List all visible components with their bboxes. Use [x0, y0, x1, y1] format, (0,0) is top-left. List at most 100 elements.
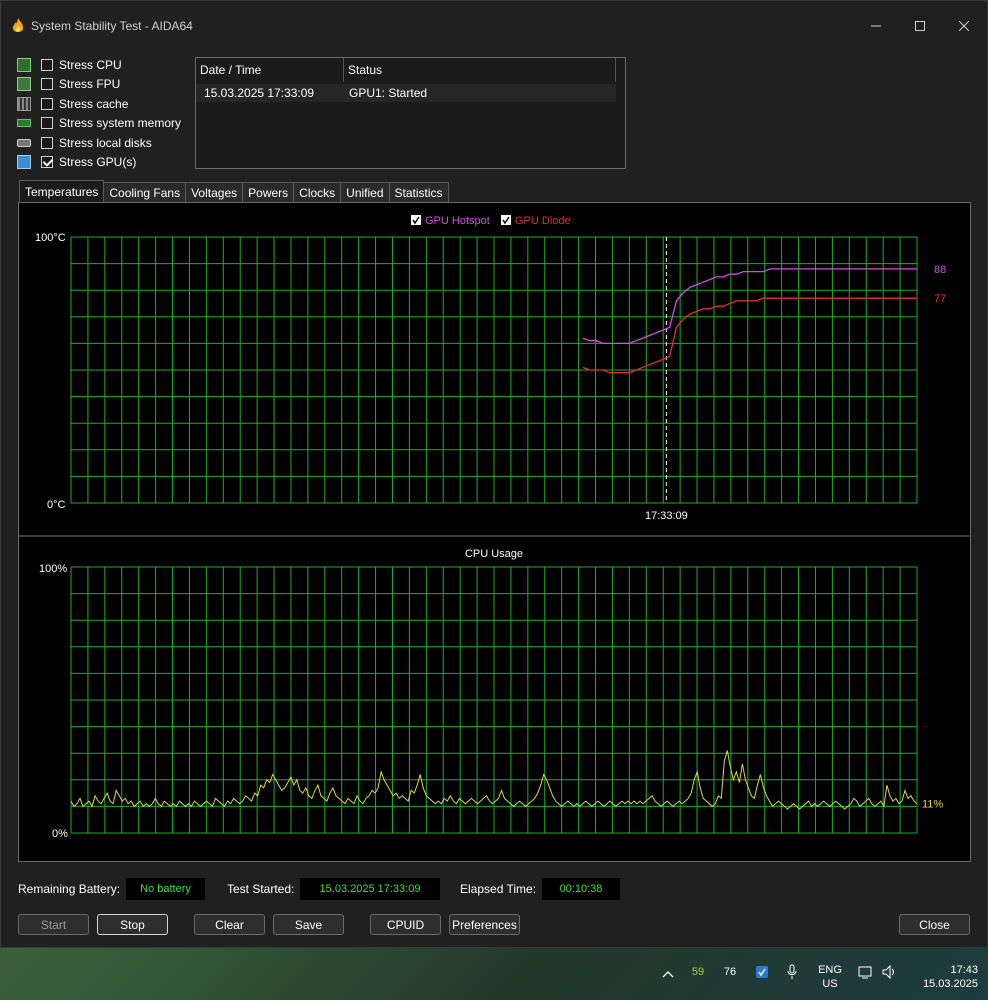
checkbox-stress-cache[interactable]: [41, 98, 53, 110]
clock-date: 15.03.2025: [922, 978, 978, 990]
tab-powers[interactable]: Powers: [242, 182, 295, 202]
checkbox-stress-memory[interactable]: [41, 117, 53, 129]
stress-option-disks[interactable]: Stress local disks: [17, 134, 197, 152]
maximize-icon: [915, 21, 925, 31]
series-line-gpu-hotspot: [582, 268, 917, 345]
minimize-button[interactable]: [853, 11, 899, 41]
legend-checkbox: [411, 215, 421, 225]
stress-option-cpu[interactable]: Stress CPU: [17, 56, 197, 74]
maximize-button[interactable]: [897, 11, 943, 41]
stress-fpu-label: Stress FPU: [59, 77, 121, 91]
stress-option-cache[interactable]: Stress cache: [17, 95, 197, 113]
minimize-icon: [871, 25, 881, 27]
language-indicator[interactable]: ENG US: [812, 962, 848, 992]
save-button[interactable]: Save: [273, 914, 344, 935]
table-row-status[interactable]: GPU1: Started: [344, 84, 616, 102]
tab-clocks[interactable]: Clocks: [293, 182, 342, 202]
chart-title: CPU Usage: [465, 548, 523, 560]
flame-app-icon: [12, 18, 24, 32]
clock-time: 17:43: [950, 964, 978, 976]
tab-label: Unified: [346, 185, 384, 200]
stress-option-gpu[interactable]: Stress GPU(s): [17, 153, 197, 171]
tab-temperatures[interactable]: Temperatures: [19, 180, 105, 202]
log-row-datetime: 15.03.2025 17:33:09: [204, 86, 315, 100]
stress-gpu-label: Stress GPU(s): [59, 155, 137, 169]
preferences-button[interactable]: Preferences: [449, 914, 520, 935]
log-row-status: GPU1: Started: [349, 86, 428, 100]
column-header-status[interactable]: Status: [344, 58, 616, 82]
series-end-value: 11%: [922, 799, 943, 811]
cpuid-button[interactable]: CPUID: [370, 914, 441, 935]
tab-unified[interactable]: Unified: [340, 182, 390, 202]
stress-memory-label: Stress system memory: [59, 116, 182, 130]
remaining-battery-label: Remaining Battery:: [18, 882, 121, 896]
close-icon: [959, 21, 969, 31]
datetime-header-label: Date / Time: [200, 63, 262, 77]
y-axis-max-label: 100°C: [35, 232, 66, 244]
language-code: ENG: [818, 964, 842, 976]
legend-label: GPU Diode: [515, 215, 571, 227]
window-title: System Stability Test - AIDA64: [31, 19, 193, 33]
close-button[interactable]: Close: [899, 914, 970, 935]
graph-area: GPU Hotspot GPU Diode 100°C 0°C 17:33:09 88 77…: [18, 202, 971, 862]
checkbox-stress-gpu[interactable]: [41, 156, 53, 168]
start-button[interactable]: Start: [18, 914, 89, 935]
y-axis-min-label: 0°C: [47, 499, 66, 511]
network-icon[interactable]: [856, 962, 876, 982]
show-hidden-icons-chevron-icon[interactable]: [660, 964, 676, 984]
stress-option-fpu[interactable]: Stress FPU: [17, 75, 197, 93]
clock[interactable]: 17:43 15.03.2025: [908, 962, 978, 992]
column-header-datetime[interactable]: Date / Time: [196, 58, 344, 82]
test-started-value: 15.03.2025 17:33:09: [300, 878, 440, 900]
fpu-chip-icon: [17, 77, 31, 91]
y-axis-min-label: 0%: [52, 828, 68, 840]
table-row[interactable]: 15.03.2025 17:33:09: [196, 84, 344, 102]
series-line-gpu-diode: [582, 297, 917, 374]
security-shield-icon[interactable]: [752, 962, 772, 982]
checkbox-stress-cpu[interactable]: [41, 59, 53, 71]
disk-drive-icon: [17, 139, 31, 147]
stress-cache-label: Stress cache: [59, 97, 129, 111]
monitor-icon: [17, 155, 31, 169]
cpu-chip-icon: [17, 58, 31, 72]
x-marker-label: 17:33:09: [645, 510, 688, 522]
stress-disks-label: Stress local disks: [59, 136, 152, 150]
remaining-battery-value: No battery: [126, 878, 205, 900]
stop-button[interactable]: Stop: [97, 914, 168, 935]
aida64-window: System Stability Test - AIDA64 Stress CP…: [0, 0, 988, 948]
tab-statistics[interactable]: Statistics: [388, 182, 449, 202]
cpu-usage-chart: CPU Usage 100% 0% 11%: [39, 548, 943, 840]
status-log-table[interactable]: Date / Time Status 15.03.2025 17:33:09 G…: [195, 57, 626, 169]
title-bar[interactable]: System Stability Test - AIDA64: [1, 1, 987, 49]
checkbox-stress-fpu[interactable]: [41, 78, 53, 90]
graph-tabs: Temperatures Cooling Fans Voltages Power…: [19, 180, 449, 203]
tab-label: Clocks: [299, 185, 336, 200]
stress-cpu-label: Stress CPU: [59, 58, 122, 72]
status-header-label: Status: [348, 63, 383, 77]
memory-module-icon: [17, 119, 31, 127]
series-end-value: 88: [934, 264, 946, 276]
close-window-button[interactable]: [941, 11, 987, 41]
checkbox-stress-disks[interactable]: [41, 137, 53, 149]
elapsed-time-value: 00:10:38: [542, 878, 620, 900]
tab-cooling-fans[interactable]: Cooling Fans: [103, 182, 187, 202]
tray-temp-1[interactable]: 59: [688, 962, 708, 982]
temperature-chart: GPU Hotspot GPU Diode 100°C 0°C 17:33:09 88 77: [35, 215, 946, 522]
clear-button[interactable]: Clear: [194, 914, 265, 935]
volume-icon[interactable]: [880, 962, 900, 982]
keyboard-layout: US: [822, 978, 838, 990]
tray-temp-2[interactable]: 76: [720, 962, 740, 982]
tab-label: Powers: [248, 185, 289, 200]
cache-icon: [17, 97, 31, 111]
legend-checkbox: [501, 215, 511, 225]
test-started-label: Test Started:: [227, 882, 295, 896]
microphone-icon[interactable]: [782, 962, 802, 982]
y-axis-max-label: 100%: [39, 563, 67, 575]
tab-label: Temperatures: [25, 184, 99, 199]
legend-label: GPU Hotspot: [425, 215, 490, 227]
tab-label: Statistics: [394, 185, 443, 200]
tab-label: Voltages: [191, 185, 238, 200]
tab-label: Cooling Fans: [109, 185, 181, 200]
tab-voltages[interactable]: Voltages: [185, 182, 244, 202]
stress-option-memory[interactable]: Stress system memory: [17, 114, 197, 132]
